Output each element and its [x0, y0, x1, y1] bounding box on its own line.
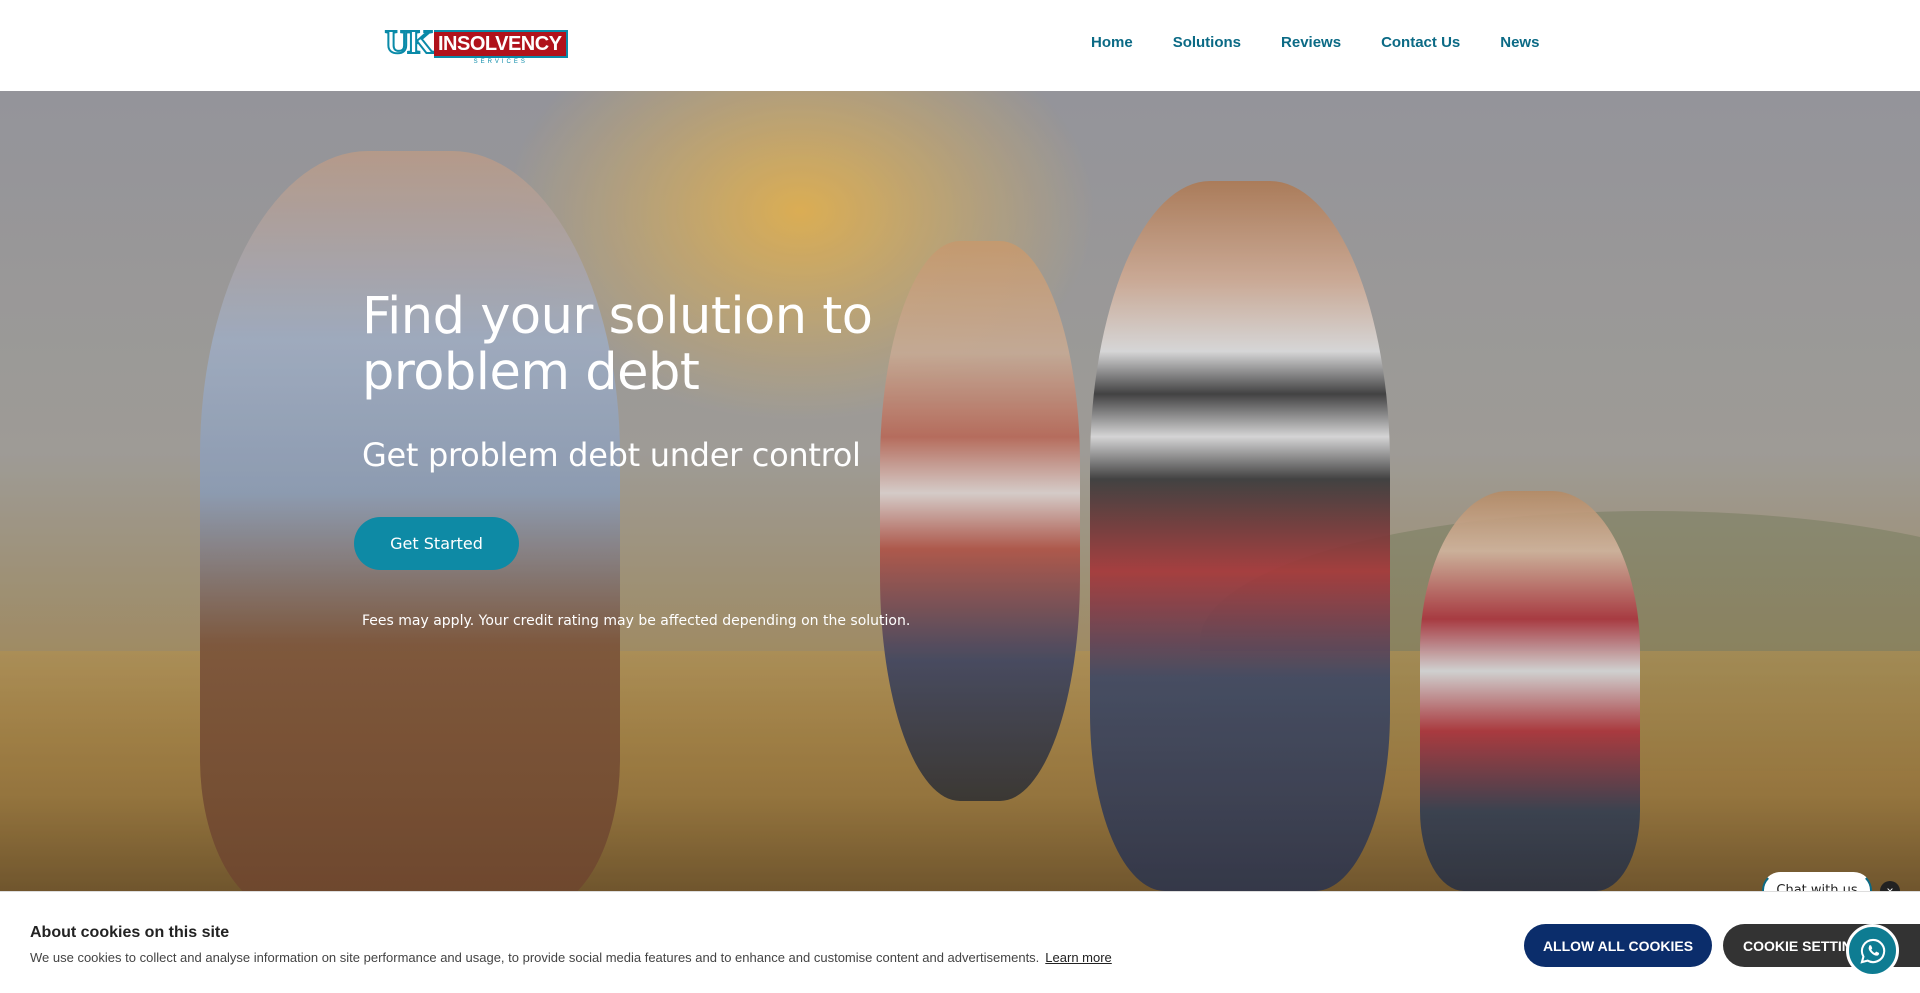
hero-title: Find your solution to problem debt	[362, 287, 873, 402]
site-logo[interactable]: UK INSOLVENCY SERVICES	[384, 24, 568, 66]
nav-news[interactable]: News	[1500, 34, 1539, 51]
main-nav: Home Solutions Reviews Contact Us News	[1091, 34, 1579, 51]
nav-solutions[interactable]: Solutions	[1173, 34, 1241, 51]
cookie-title: About cookies on this site	[30, 924, 230, 941]
logo-sub-text: SERVICES	[473, 59, 528, 65]
get-started-button[interactable]: Get Started	[354, 517, 519, 570]
logo-main-text: INSOLVENCY	[434, 30, 568, 58]
nav-reviews[interactable]: Reviews	[1281, 34, 1341, 51]
site-header: UK INSOLVENCY SERVICES Home Solutions Re…	[0, 0, 1920, 91]
cookie-description: We use cookies to collect and analyse in…	[30, 950, 1040, 965]
whatsapp-chat-button[interactable]	[1846, 924, 1899, 977]
whatsapp-icon	[1859, 938, 1885, 964]
nav-contact-us[interactable]: Contact Us	[1381, 34, 1460, 51]
allow-all-cookies-button[interactable]: ALLOW ALL COOKIES	[1524, 924, 1712, 967]
hero-banner: Find your solution to problem debt Get p…	[0, 91, 1920, 891]
cookie-text-wrap: We use cookies to collect and analyse in…	[30, 950, 1112, 965]
nav-home[interactable]: Home	[1091, 34, 1133, 51]
hero-disclaimer: Fees may apply. Your credit rating may b…	[362, 613, 911, 629]
cookie-banner: About cookies on this site We use cookie…	[0, 891, 1920, 993]
logo-uk-text: UK	[384, 24, 435, 61]
learn-more-link[interactable]: Learn more	[1045, 950, 1111, 965]
hero-overlay	[0, 91, 1920, 891]
logo-box: INSOLVENCY SERVICES	[434, 30, 568, 66]
hero-subtitle: Get problem debt under control	[362, 436, 861, 474]
